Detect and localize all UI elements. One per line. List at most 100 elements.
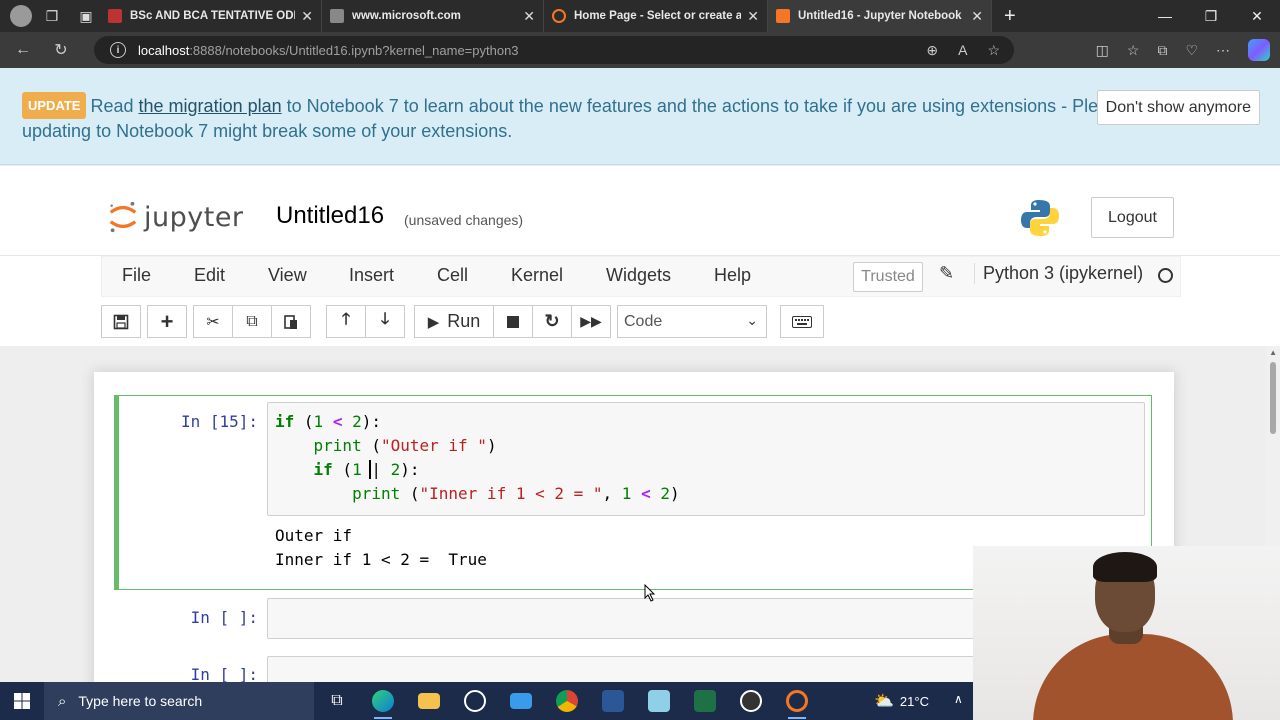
show-hidden-icons-icon[interactable]: ∧ (954, 692, 963, 706)
minimize-icon[interactable]: — (1142, 0, 1188, 32)
dell-icon[interactable] (452, 682, 498, 720)
page-icon (330, 9, 344, 23)
save-icon[interactable] (101, 305, 141, 338)
presenter-hair (1093, 552, 1157, 582)
dont-show-anymore-button[interactable]: Don't show anymore (1096, 90, 1260, 125)
move-down-icon[interactable]: 🡓 (365, 305, 405, 338)
browser-essentials-icon[interactable]: ♡ (1185, 42, 1198, 59)
tab-title: Home Page - Select or create a n (574, 10, 742, 22)
copy-icon[interactable]: ⧉ (232, 305, 272, 338)
profile-avatar[interactable] (10, 5, 32, 27)
tab-untitled16[interactable]: Untitled16 - Jupyter Notebook ✕ (768, 0, 992, 32)
code-line: if (1 < 2): (275, 412, 381, 431)
url-field[interactable]: i localhost:8888/notebooks/Untitled16.ip… (94, 36, 1014, 64)
collections-icon[interactable]: ⧉ (1157, 42, 1167, 59)
new-tab-icon[interactable]: + (1004, 5, 1016, 28)
jupyter-taskbar-icon[interactable] (774, 682, 820, 720)
site-info-icon[interactable]: i (110, 42, 126, 58)
more-menu-icon[interactable]: ⋯ (1216, 42, 1230, 59)
windows-start-icon[interactable] (0, 682, 44, 720)
tab-title: www.microsoft.com (352, 10, 461, 22)
notebook-name[interactable]: Untitled16 (276, 202, 384, 230)
save-status: (unsaved changes) (404, 212, 524, 228)
file-explorer-icon[interactable] (406, 682, 452, 720)
zoom-icon[interactable]: ⊕ (926, 42, 938, 59)
paste-icon[interactable] (271, 305, 311, 338)
run-button[interactable]: ▶ Run (414, 305, 494, 338)
edge-icon[interactable] (360, 682, 406, 720)
keyboard-icon[interactable] (780, 305, 824, 338)
close-icon[interactable]: ✕ (747, 8, 759, 25)
scroll-thumb[interactable] (1270, 362, 1276, 434)
tab-title: BSc AND BCA TENTATIVE ODD SE (130, 10, 295, 22)
interrupt-icon[interactable] (493, 305, 533, 338)
kernel-name[interactable]: Python 3 (ipykernel) (974, 263, 1143, 284)
update-badge: UPDATE (22, 92, 87, 119)
taskbar-search[interactable]: ⌕ Type here to search (44, 682, 314, 720)
address-bar-row: ← ↻ i localhost:8888/notebooks/Untitled1… (0, 32, 1280, 68)
windows-taskbar: ⌕ Type here to search ⧉ ⛅ 21°C ∧ (0, 682, 973, 720)
word-icon[interactable] (590, 682, 636, 720)
clock-app-icon[interactable] (728, 682, 774, 720)
refresh-icon[interactable]: ↻ (46, 35, 76, 65)
favorite-star-icon[interactable]: ☆ (987, 42, 1000, 59)
copilot-icon[interactable] (1248, 39, 1270, 61)
logout-button[interactable]: Logout (1091, 197, 1174, 238)
jupyter-logo-icon (109, 201, 137, 233)
notebook-header: jupyter Untitled16 (unsaved changes) Log… (0, 166, 1280, 256)
search-icon: ⌕ (58, 692, 67, 710)
webcam-overlay (973, 546, 1280, 720)
menu-kernel[interactable]: Kernel (511, 265, 563, 286)
tab-home-page[interactable]: Home Page - Select or create a n ✕ (544, 0, 768, 32)
scroll-up-icon[interactable]: ▲ (1269, 348, 1277, 357)
close-icon[interactable]: ✕ (301, 8, 313, 25)
close-window-icon[interactable]: ✕ (1234, 0, 1280, 32)
add-cell-icon[interactable]: + (147, 305, 187, 338)
close-icon[interactable]: ✕ (523, 8, 535, 25)
url-path: :8888/notebooks/Untitled16.ipynb?kernel_… (189, 42, 519, 58)
chrome-icon[interactable] (544, 682, 590, 720)
trusted-indicator[interactable]: Trusted (853, 262, 923, 292)
menu-edit[interactable]: Edit (194, 265, 225, 286)
read-aloud-icon[interactable]: A (958, 42, 967, 59)
split-screen-icon[interactable]: ◫ (1096, 42, 1109, 59)
browser-tab-bar: ❐ ▣ BSc AND BCA TENTATIVE ODD SE ✕ www.m… (0, 0, 1280, 32)
menu-view[interactable]: View (268, 265, 307, 286)
move-up-icon[interactable]: 🡑 (326, 305, 366, 338)
cell-type-value: Code (624, 312, 663, 330)
jupyter-logo[interactable]: jupyter (108, 200, 244, 234)
cell-type-select[interactable]: Code ⌄ (617, 305, 767, 338)
close-icon[interactable]: ✕ (971, 8, 983, 25)
favorites-icon[interactable]: ☆ (1127, 42, 1140, 59)
url-host: localhost (138, 42, 190, 58)
weather-widget[interactable]: ⛅ 21°C (874, 682, 929, 720)
banner-text: Read (90, 96, 139, 116)
tab-bsc-bca[interactable]: BSc AND BCA TENTATIVE ODD SE ✕ (100, 0, 322, 32)
restart-icon[interactable]: ↻ (532, 305, 572, 338)
menu-insert[interactable]: Insert (349, 265, 394, 286)
play-icon: ▶ (427, 313, 440, 331)
task-view-icon[interactable]: ⧉ (314, 682, 360, 720)
tab-microsoft[interactable]: www.microsoft.com ✕ (322, 0, 544, 32)
workspaces-icon[interactable]: ❐ (38, 2, 66, 30)
restore-icon[interactable]: ❐ (1188, 0, 1234, 32)
jupyter-favicon-icon (552, 9, 566, 23)
output-line: Outer if (275, 526, 353, 545)
notepad-icon[interactable] (636, 682, 682, 720)
migration-plan-link[interactable]: the migration plan (139, 96, 282, 116)
python-logo-icon (1021, 200, 1059, 236)
excel-icon[interactable] (682, 682, 728, 720)
run-label: Run (447, 311, 481, 331)
restart-run-all-icon[interactable]: ▶▶ (571, 305, 611, 338)
tab-actions-icon[interactable]: ▣ (72, 2, 100, 30)
mail-icon[interactable] (498, 682, 544, 720)
back-icon[interactable]: ← (8, 35, 38, 65)
mouse-cursor-icon (644, 584, 656, 602)
menu-widgets[interactable]: Widgets (606, 265, 671, 286)
cut-icon[interactable]: ✂ (193, 305, 233, 338)
menu-file[interactable]: File (122, 265, 151, 286)
chevron-down-icon: ⌄ (746, 312, 758, 328)
menu-help[interactable]: Help (714, 265, 751, 286)
menu-cell[interactable]: Cell (437, 265, 468, 286)
edit-pencil-icon[interactable]: ✎ (939, 263, 954, 284)
